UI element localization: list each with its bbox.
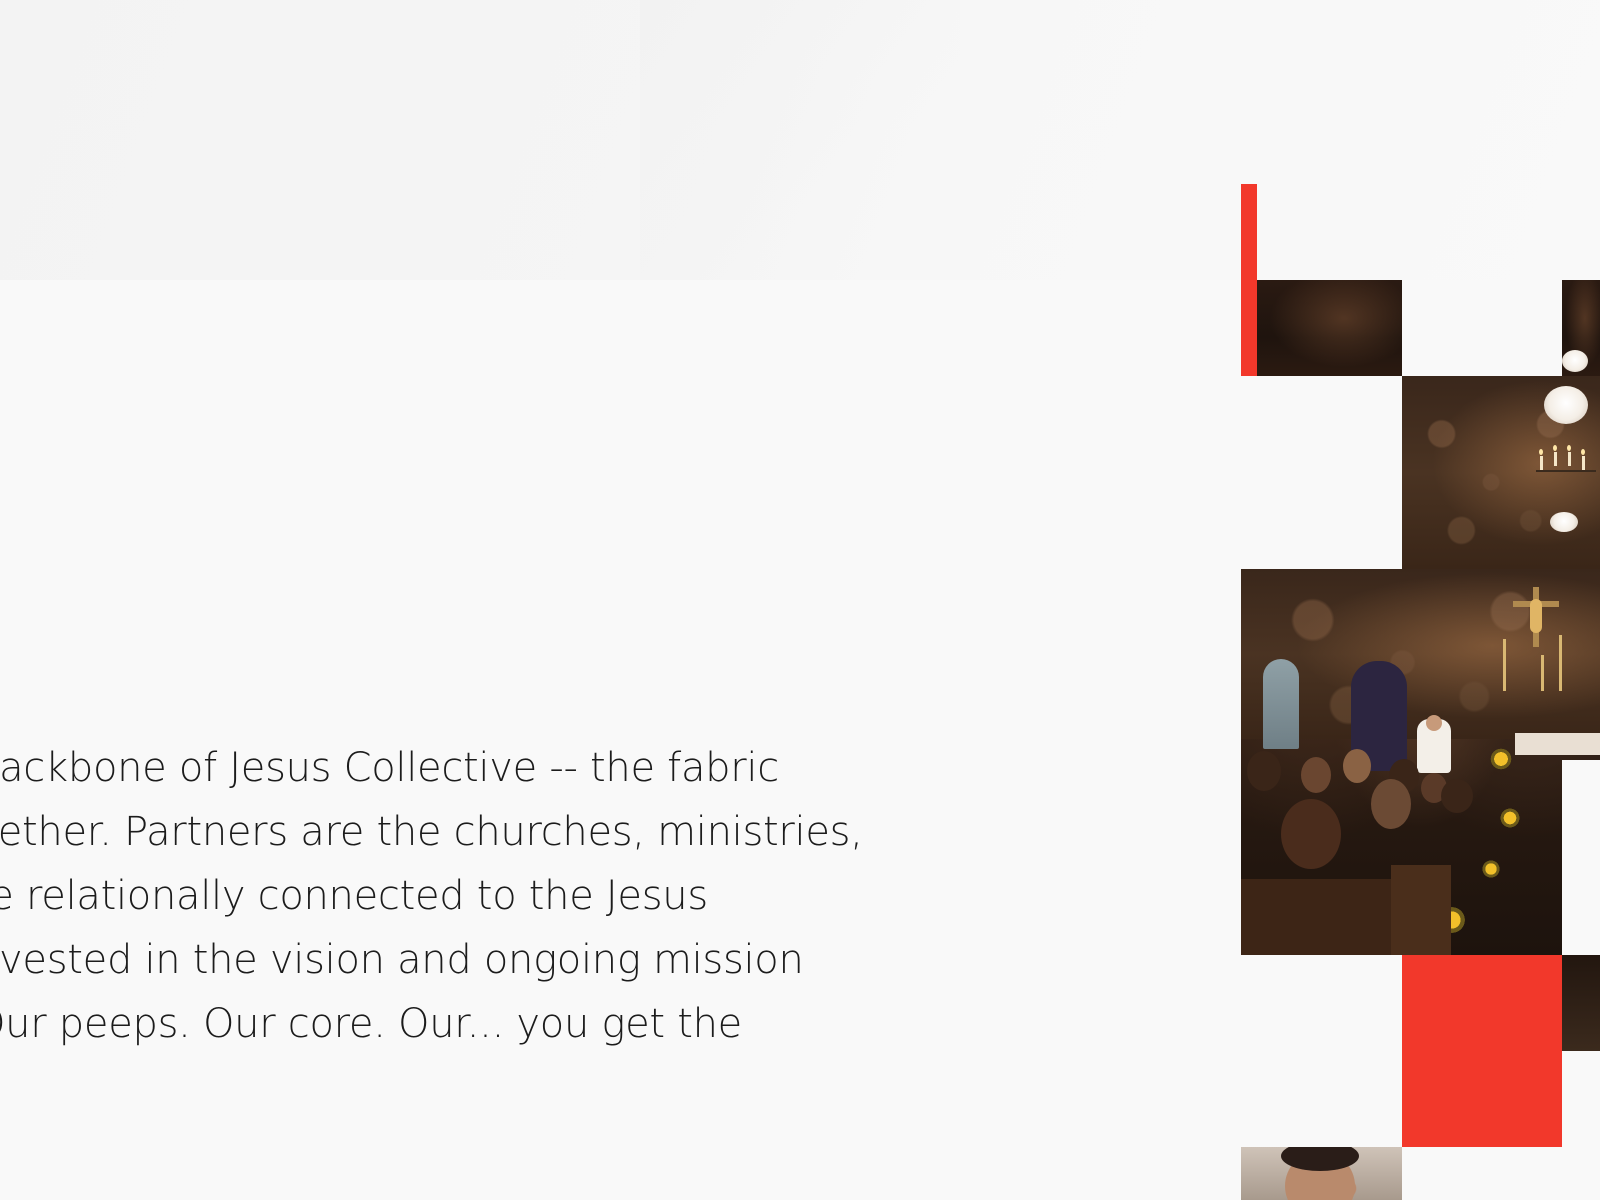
church-interior-photo-tile: [1402, 376, 1600, 569]
intro-line-3: re relationally connected to the Jesus: [0, 873, 708, 919]
hanging-lamp-small: [1550, 512, 1578, 532]
congregation-photo-tile: [1241, 569, 1600, 955]
portrait-photo-tile: [1241, 1147, 1402, 1200]
page: backbone of Jesus Collective -- the fabr…: [0, 0, 1600, 1200]
church-window: [1263, 659, 1299, 749]
crucifix: [1513, 587, 1559, 647]
accent-red-square: [1402, 955, 1562, 1147]
church-ceiling-photo-tile: [1257, 280, 1402, 376]
chandelier: [1532, 440, 1600, 490]
church-ceiling-photo-tile-right: [1562, 280, 1600, 376]
accent-red-bar: [1241, 184, 1257, 376]
intro-line-2: gether. Partners are the churches, minis…: [0, 809, 863, 855]
altar: [1515, 733, 1600, 755]
hanging-lamp: [1544, 386, 1588, 424]
intro-line-5: Our peeps. Our core. Our... you get the: [0, 1001, 742, 1047]
sunflowers: [1489, 747, 1513, 771]
intro-line-1: backbone of Jesus Collective -- the fabr…: [0, 745, 779, 791]
church-floor-photo-tile: [1562, 955, 1600, 1051]
header-band-shade: [640, 0, 960, 280]
pew: [1241, 879, 1391, 955]
partners-intro-paragraph: backbone of Jesus Collective -- the fabr…: [0, 736, 874, 1056]
collage-gap-light: [1562, 760, 1600, 955]
intro-line-4: nvested in the vision and ongoing missio…: [0, 937, 804, 983]
